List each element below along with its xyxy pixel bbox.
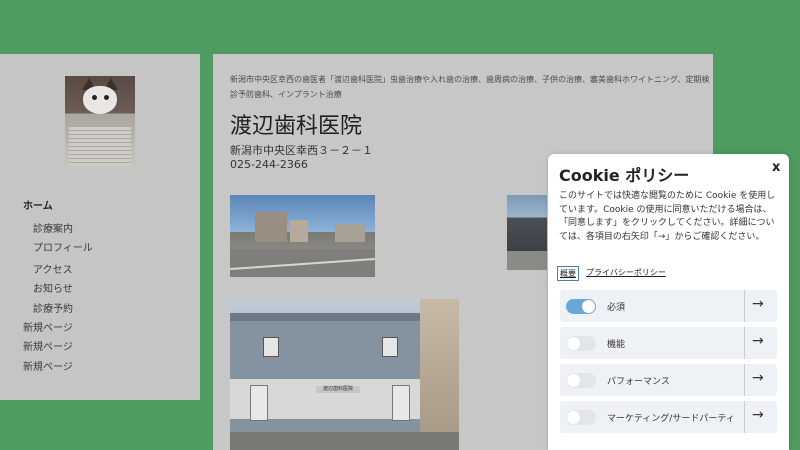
toggle-knob (567, 337, 580, 350)
nav-item-access[interactable]: アクセス (33, 261, 73, 276)
photo-clinic-roof (230, 313, 420, 321)
nav-item-treatment[interactable]: 診療案内 (33, 220, 73, 235)
right-arrow-icon[interactable]: → (752, 407, 764, 423)
cookie-category-marketing: マーケティング/サードパーティ → (560, 401, 777, 433)
right-arrow-icon[interactable]: → (752, 296, 764, 312)
cookie-category-functional: 機能 → (560, 327, 777, 359)
row-divider (744, 327, 745, 359)
photo-door (250, 385, 268, 421)
nav-item-new-page-1[interactable]: 新規ページ (23, 319, 73, 334)
clinic-address: 新潟市中央区幸西３－２－１ (230, 144, 373, 157)
cookie-category-performance: パフォーマンス → (560, 364, 777, 396)
photo-building (290, 220, 308, 242)
category-label: マーケティング/サードパーティ (607, 414, 735, 424)
logo-paper (69, 126, 131, 166)
nav-item-new-page-2[interactable]: 新規ページ (23, 338, 73, 353)
row-divider (744, 364, 745, 396)
sidebar: ホーム 診療案内 プロフィール アクセス お知らせ 診療予約 新規ページ 新規ペ… (0, 54, 200, 400)
building-photo-small (507, 195, 547, 270)
cookie-description: このサイトでは快適な閲覧のために Cookie を使用しています。Cookie … (559, 191, 776, 242)
cat-eye-left (92, 95, 97, 100)
category-label: パフォーマンス (607, 377, 670, 387)
photo-clinic-sign: 渡辺歯科医院 (316, 386, 360, 393)
street-photo (230, 195, 375, 277)
nav-item-profile[interactable]: プロフィール (33, 239, 93, 254)
nav-item-news[interactable]: お知らせ (33, 280, 73, 295)
nav-item-reservation[interactable]: 診療予約 (33, 300, 73, 315)
toggle-functional[interactable] (566, 336, 596, 351)
category-label: 機能 (607, 340, 626, 350)
clinic-building-photo: 渡辺歯科医院 (230, 299, 459, 450)
toggle-required[interactable] (566, 299, 596, 314)
cookie-category-required: 必須 → (560, 290, 777, 322)
row-divider (744, 290, 745, 322)
cat-face (83, 86, 117, 114)
photo-neighbor-building (420, 299, 459, 434)
cookie-title: Cookie ポリシー (559, 166, 690, 185)
photo-building (255, 212, 287, 242)
toggle-performance[interactable] (566, 373, 596, 388)
tab-overview[interactable]: 概要 (557, 266, 579, 281)
category-label: 必須 (607, 303, 626, 313)
row-divider (744, 401, 745, 433)
nav-item-home[interactable]: ホーム (23, 197, 53, 212)
nav-item-new-page-3[interactable]: 新規ページ (23, 358, 73, 373)
toggle-knob (582, 300, 595, 313)
photo-building (335, 224, 365, 242)
clinic-phone: 025-244-2366 (230, 158, 308, 171)
photo-ground (230, 432, 459, 450)
photo-window (382, 337, 398, 357)
cat-eye-right (104, 95, 109, 100)
site-description: 新潟市中央区幸西の歯医者「渡辺歯科医院」虫歯治療や入れ歯の治療、歯周病の治療、子… (230, 75, 710, 99)
privacy-policy-link[interactable]: プライバシーポリシー (586, 267, 666, 278)
right-arrow-icon[interactable]: → (752, 370, 764, 386)
photo-window (263, 337, 279, 357)
clinic-name[interactable]: 渡辺歯科医院 (230, 108, 362, 140)
toggle-knob (567, 374, 580, 387)
close-icon[interactable]: x (772, 160, 780, 175)
cookie-policy-panel: Cookie ポリシー x このサイトでは快適な閲覧のために Cookie を使… (548, 154, 789, 450)
clinic-logo[interactable] (65, 76, 135, 170)
toggle-marketing[interactable] (566, 410, 596, 425)
right-arrow-icon[interactable]: → (752, 333, 764, 349)
photo-door (392, 385, 410, 421)
toggle-knob (567, 411, 580, 424)
